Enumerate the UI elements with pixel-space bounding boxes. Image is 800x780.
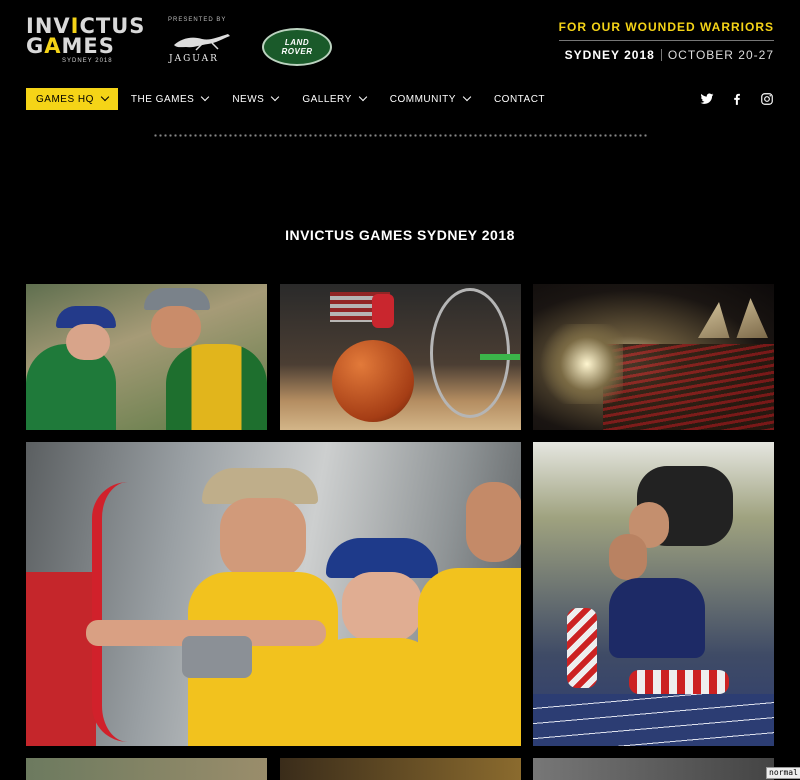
facebook-icon[interactable]: [730, 92, 744, 106]
jaguar-wordmark: JAGUAR: [169, 54, 219, 64]
nav-item-label: CONTACT: [493, 93, 546, 105]
chevron-down-icon: [201, 92, 210, 102]
opera-house-sails: [698, 298, 768, 338]
logo-line-1: INVICTUS: [26, 14, 146, 38]
nav-item-the-games[interactable]: THE GAMES: [130, 88, 210, 110]
main-nav: GAMES HQ THE GAMES NEWS GALLERY COMMUNIT…: [26, 88, 569, 110]
athlete-yellow-jersey: [166, 344, 267, 430]
nav-item-label: GALLERY: [302, 93, 352, 105]
nav-item-label: GAMES HQ: [36, 93, 94, 105]
stage-lights: [533, 324, 623, 404]
archery-bow: [92, 482, 128, 742]
jaguar-logo[interactable]: JAGUAR: [166, 30, 236, 64]
mode-badge: normal: [766, 767, 800, 779]
page-title: INVICTUS GAMES SYDNEY 2018: [285, 227, 515, 243]
nav-item-community[interactable]: COMMUNITY: [389, 88, 472, 110]
jaguar-leaper-icon: [174, 34, 230, 51]
logo-line-2: GAMES: [26, 34, 115, 58]
logo-subtitle: SYDNEY 2018: [62, 58, 113, 64]
wheelchair-basketball-photo[interactable]: [280, 284, 521, 430]
land-rover-logo[interactable]: LAND ROVER: [262, 28, 332, 66]
land-rover-word-2: ROVER: [281, 47, 313, 56]
gallery-photo-8[interactable]: [533, 758, 774, 780]
invictus-games-logo[interactable]: INVICTUS GAMES SYDNEY 2018: [26, 14, 146, 68]
nav-item-label: THE GAMES: [130, 93, 195, 105]
chevron-down-icon: [271, 92, 280, 102]
nav-item-label: COMMUNITY: [389, 93, 456, 105]
slogan-city: SYDNEY 2018: [564, 48, 655, 62]
nav-item-gallery[interactable]: GALLERY: [302, 88, 368, 110]
player-glove: [372, 294, 394, 328]
chevron-down-icon: [100, 92, 110, 102]
slogan-details: SYDNEY 2018 OCTOBER 20-27: [559, 48, 774, 62]
logo-accent-letter: A: [44, 34, 62, 58]
archery-team-photo[interactable]: [26, 442, 521, 746]
site-header: INVICTUS GAMES SYDNEY 2018 PRESENTED BY …: [0, 0, 800, 80]
chevron-down-icon: [462, 92, 472, 102]
arm-guard: [182, 636, 252, 678]
twitter-icon[interactable]: [700, 92, 714, 106]
flag-pattern-leg: [567, 608, 597, 688]
nav-item-contact[interactable]: CONTACT: [494, 88, 545, 110]
basketball: [332, 340, 414, 422]
athlete-face-2: [151, 306, 201, 348]
athlete-face: [66, 324, 110, 360]
track-lanes: [533, 694, 774, 746]
kneeling-athlete-head: [609, 534, 647, 580]
slogan-divider: [660, 49, 662, 61]
nav-item-games-hq[interactable]: GAMES HQ: [26, 88, 118, 110]
ceremony-crowd: [603, 344, 774, 430]
archer-coach-face: [220, 498, 306, 578]
land-rover-word-1: LAND: [284, 38, 310, 47]
nav-item-news[interactable]: NEWS: [232, 88, 280, 110]
event-slogan: FOR OUR WOUNDED WARRIORS SYDNEY 2018 OCTO…: [558, 20, 774, 62]
athlete-green-jersey: [26, 344, 116, 430]
nav-item-label: NEWS: [232, 93, 265, 105]
flag-left-red: [26, 572, 96, 746]
kneeling-athlete-jersey: [609, 578, 705, 658]
dotted-divider: [153, 134, 648, 137]
slogan-dates: OCTOBER 20-27: [667, 48, 774, 62]
presented-by-label: PRESENTED BY: [168, 17, 227, 23]
track-athletes-embrace-photo[interactable]: [533, 442, 774, 746]
athletes-embrace-photo[interactable]: [26, 284, 267, 430]
teammate-jersey: [418, 568, 521, 746]
chevron-down-icon: [358, 92, 368, 102]
wheelchair-frame: [480, 354, 520, 360]
slogan-tagline: FOR OUR WOUNDED WARRIORS: [558, 20, 774, 41]
teammate-head: [466, 482, 521, 562]
gallery-photo-6[interactable]: [26, 758, 267, 780]
social-links: [700, 92, 774, 106]
opera-house-ceremony-photo[interactable]: [533, 284, 774, 430]
archer-face: [342, 572, 422, 642]
instagram-icon[interactable]: [760, 92, 774, 106]
wheelchair-wheel: [430, 288, 510, 418]
gallery-photo-7[interactable]: [280, 758, 521, 780]
flag-pattern-leg-2: [629, 670, 729, 694]
